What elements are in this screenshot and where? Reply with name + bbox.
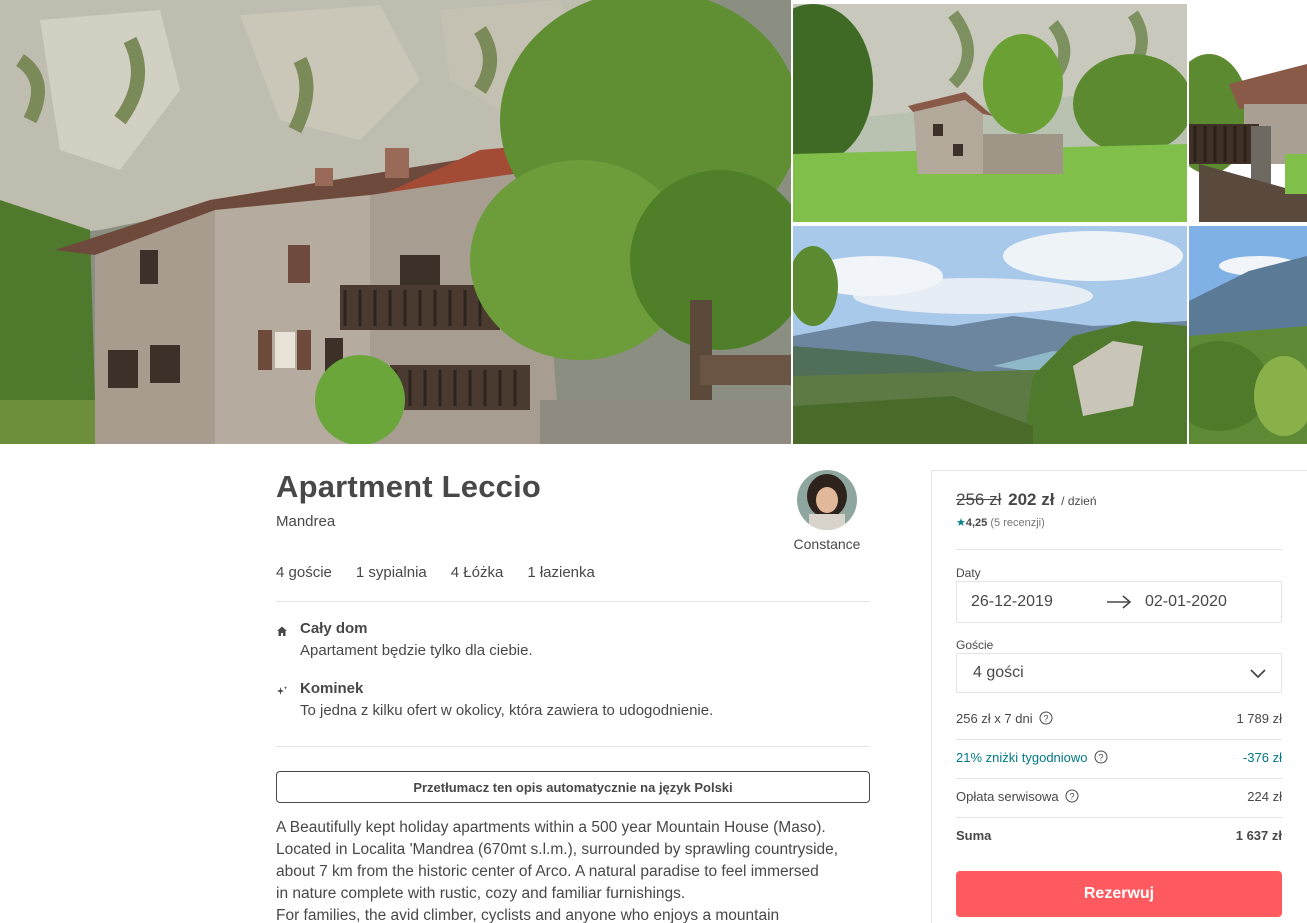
listing-location[interactable]: Mandrea: [276, 513, 870, 530]
check-out-date[interactable]: 02-01-2020: [1145, 593, 1227, 611]
help-icon[interactable]: ?: [1039, 711, 1053, 725]
host-name[interactable]: Constance: [788, 536, 866, 552]
divider: [956, 817, 1282, 818]
cost-value: -376 zł: [1242, 750, 1282, 765]
cost-value: 1 789 zł: [1236, 711, 1282, 726]
help-icon[interactable]: ?: [1065, 789, 1079, 803]
divider: [276, 601, 870, 602]
listing-details: Apartment Leccio Mandrea Constance 4 goś…: [276, 468, 870, 923]
cost-row-nights: 256 zł x 7 dni? 1 789 zł: [956, 711, 1282, 731]
original-price: 256 zł: [956, 490, 1002, 509]
gallery-photo-lake-view[interactable]: [793, 226, 1187, 444]
divider: [956, 739, 1282, 740]
sparkle-icon: [276, 684, 288, 696]
room-summary: 4 goście 1 sypialnia 4 Łóżka 1 łazienka: [276, 564, 595, 581]
price-unit: / dzień: [1061, 494, 1097, 508]
cost-label: 21% zniżki tygodniowo: [956, 750, 1088, 765]
bathroom-count: 1 łazienka: [527, 564, 595, 581]
gallery-photo-balcony[interactable]: [1189, 4, 1307, 222]
dates-label: Daty: [956, 566, 981, 580]
avatar[interactable]: [797, 470, 857, 530]
help-icon[interactable]: ?: [1094, 750, 1108, 764]
gallery-photo-meadow-house[interactable]: [793, 4, 1187, 222]
cost-label: 256 zł x 7 dni: [956, 711, 1033, 726]
bed-count: 4 Łóżka: [450, 564, 504, 581]
gallery-photo-main[interactable]: [0, 0, 791, 444]
host-profile[interactable]: Constance: [788, 470, 866, 552]
guests-value: 4 gości: [973, 664, 1024, 681]
divider: [276, 746, 870, 747]
booking-panel: 256 zł 202 zł / dzień ★4,25 (5 recenzji)…: [931, 470, 1307, 923]
description-line: Located in Localita 'Mandrea (670mt s.l.…: [276, 841, 839, 858]
check-in-date[interactable]: 26-12-2019: [971, 593, 1053, 611]
guest-count: 4 goście: [276, 564, 332, 581]
star-icon: ★: [956, 517, 966, 529]
cost-value: 224 zł: [1247, 789, 1282, 804]
reserve-button[interactable]: Rezerwuj: [956, 871, 1282, 917]
guests-select[interactable]: 4 gości: [956, 653, 1282, 693]
svg-text:?: ?: [1043, 714, 1048, 724]
divider: [956, 778, 1282, 779]
date-range-picker[interactable]: 26-12-2019 02-01-2020: [956, 581, 1282, 623]
rating-summary[interactable]: ★4,25 (5 recenzji): [956, 516, 1045, 529]
description-line: about 7 km from the historic center of A…: [276, 863, 819, 880]
guests-label: Goście: [956, 638, 994, 652]
home-icon: [276, 624, 288, 636]
svg-text:?: ?: [1069, 792, 1074, 802]
chevron-down-icon: [1249, 666, 1267, 680]
listing-title: Apartment Leccio: [276, 469, 542, 504]
bedroom-count: 1 sypialnia: [355, 564, 427, 581]
translate-button[interactable]: Przetłumacz ten opis automatycznie na ję…: [276, 771, 870, 803]
cost-value: 1 637 zł: [1235, 828, 1282, 843]
feature-description: To jedna z kilku ofert w okolicy, która …: [300, 702, 714, 719]
nightly-price: 256 zł 202 zł / dzień: [956, 490, 1097, 510]
discounted-price: 202 zł: [1008, 490, 1055, 509]
photo-gallery: [0, 0, 1307, 444]
divider: [956, 549, 1282, 550]
cost-row-service-fee: Opłata serwisowa? 224 zł: [956, 789, 1282, 809]
description-line: in nature complete with rustic, cozy and…: [276, 885, 686, 902]
gallery-photo-mountain-view[interactable]: [1189, 226, 1307, 444]
feature-name: Cały dom: [300, 620, 368, 637]
arrow-right-icon: [1105, 594, 1133, 610]
listing-description: A Beautifully kept holiday apartments wi…: [276, 817, 876, 923]
review-count: (5 recenzji): [990, 517, 1045, 529]
description-line: A Beautifully kept holiday apartments wi…: [276, 819, 826, 836]
cost-row-total: Suma 1 637 zł: [956, 828, 1282, 848]
rating-value: 4,25: [965, 517, 988, 529]
feature-description: Apartament będzie tylko dla ciebie.: [300, 642, 533, 659]
svg-text:?: ?: [1098, 753, 1103, 763]
description-line: For families, the avid climber, cyclists…: [276, 907, 780, 923]
feature-name: Kominek: [300, 680, 364, 697]
cost-label: Opłata serwisowa: [956, 789, 1059, 804]
cost-row-discount: 21% zniżki tygodniowo? -376 zł: [956, 750, 1282, 770]
cost-label: Suma: [956, 828, 992, 843]
